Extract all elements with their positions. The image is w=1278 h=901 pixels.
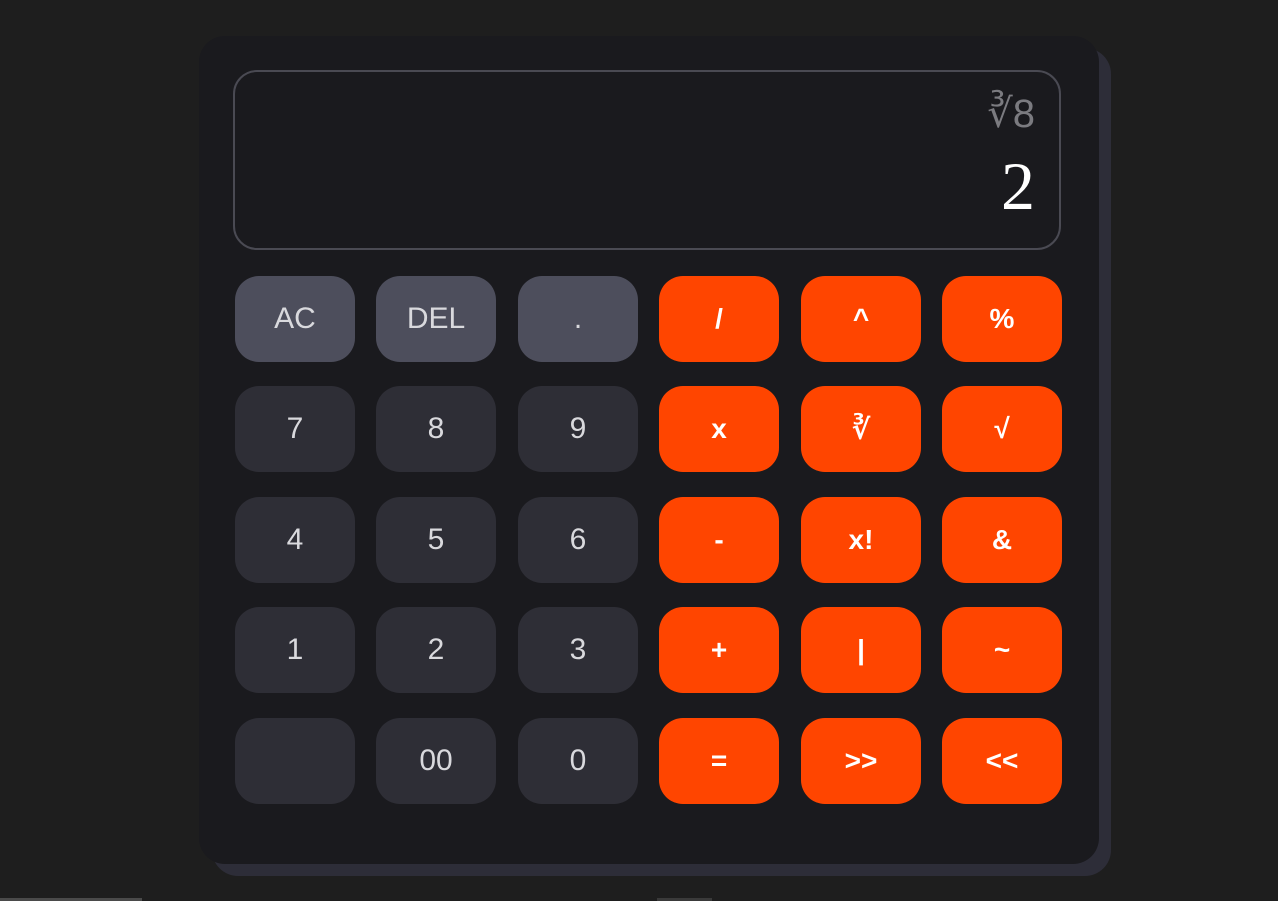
- factorial-button[interactable]: x!: [801, 497, 921, 583]
- bitwise-not-button[interactable]: ~: [942, 607, 1062, 693]
- digit-4-button[interactable]: 4: [235, 497, 355, 583]
- digit-9-button[interactable]: 9: [518, 386, 638, 472]
- display-result: 2: [1001, 148, 1035, 224]
- digit-1-button[interactable]: 1: [235, 607, 355, 693]
- digit-2-button[interactable]: 2: [376, 607, 496, 693]
- subtract-button[interactable]: -: [659, 497, 779, 583]
- double-zero-button[interactable]: 00: [376, 718, 496, 804]
- right-shift-button[interactable]: >>: [801, 718, 921, 804]
- multiply-button[interactable]: x: [659, 386, 779, 472]
- divide-button[interactable]: /: [659, 276, 779, 362]
- display: ∛8 2: [233, 70, 1061, 250]
- calculator: ∛8 2 AC DEL . / ^ % 7 8 9 x ∛ √ 4 5 6 - …: [199, 36, 1099, 864]
- left-shift-button[interactable]: <<: [942, 718, 1062, 804]
- digit-5-button[interactable]: 5: [376, 497, 496, 583]
- cube-root-button[interactable]: ∛: [801, 386, 921, 472]
- display-expression: ∛8: [987, 92, 1035, 136]
- bitwise-and-button[interactable]: &: [942, 497, 1062, 583]
- digit-8-button[interactable]: 8: [376, 386, 496, 472]
- add-button[interactable]: +: [659, 607, 779, 693]
- decimal-point-button[interactable]: .: [518, 276, 638, 362]
- digit-7-button[interactable]: 7: [235, 386, 355, 472]
- percent-button[interactable]: %: [942, 276, 1062, 362]
- power-button[interactable]: ^: [801, 276, 921, 362]
- bitwise-or-button[interactable]: |: [801, 607, 921, 693]
- page: ∛8 2 AC DEL . / ^ % 7 8 9 x ∛ √ 4 5 6 - …: [0, 0, 1278, 901]
- all-clear-button[interactable]: AC: [235, 276, 355, 362]
- blank-button[interactable]: [235, 718, 355, 804]
- equals-button[interactable]: =: [659, 718, 779, 804]
- digit-6-button[interactable]: 6: [518, 497, 638, 583]
- digit-0-button[interactable]: 0: [518, 718, 638, 804]
- delete-button[interactable]: DEL: [376, 276, 496, 362]
- digit-3-button[interactable]: 3: [518, 607, 638, 693]
- square-root-button[interactable]: √: [942, 386, 1062, 472]
